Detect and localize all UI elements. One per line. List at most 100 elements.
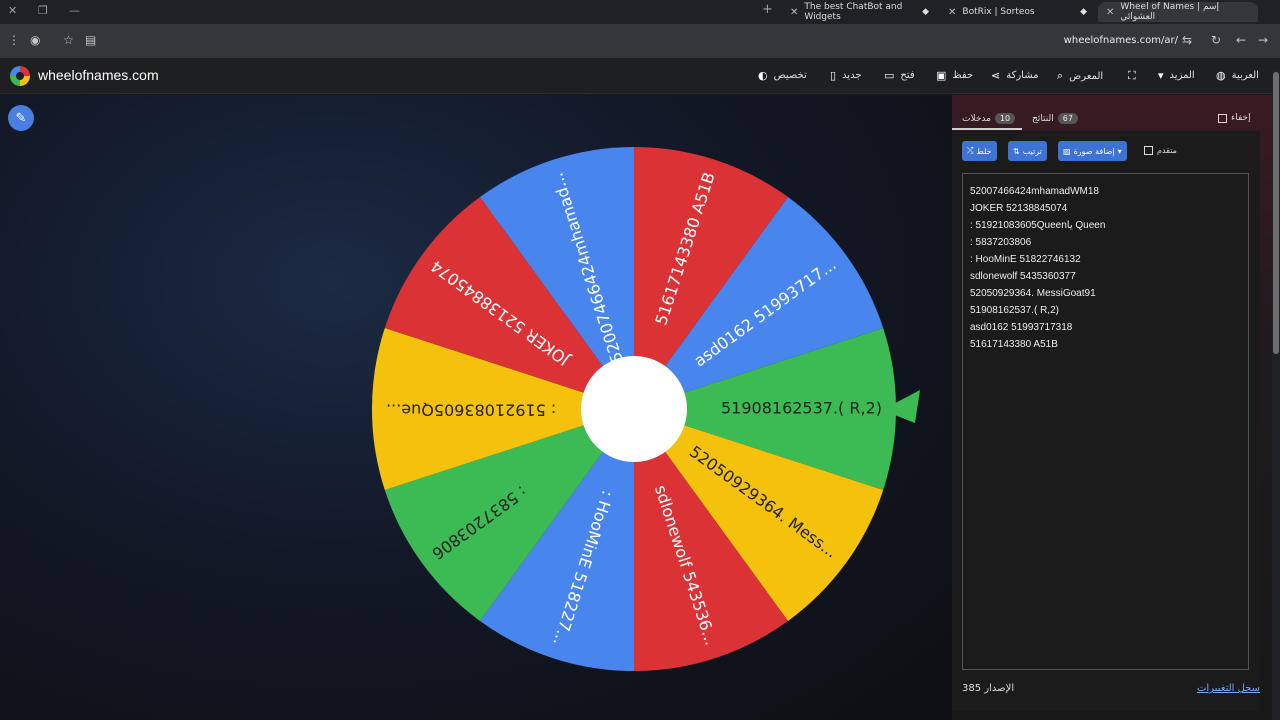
sort-button[interactable]: ⇅ ترتيب: [1008, 141, 1047, 161]
version-label: الإصدار: [984, 683, 1015, 694]
site-settings-icon[interactable]: ⇆: [1182, 33, 1192, 47]
entries-textarea[interactable]: 52007466424mhamadWM18 JOKER 52138845074 …: [962, 173, 1249, 670]
browser-tab-strip: ✕ ❐ — + ✕ The best ChatBot and Widgets ◆…: [0, 0, 1280, 24]
nav-more[interactable]: ▾ المزيد: [1158, 69, 1195, 82]
save-icon: ▣: [936, 69, 947, 82]
entry-line: 52050929364. MessiGoat91: [970, 288, 1096, 299]
url-field[interactable]: wheelofnames.com/ar/: [1064, 35, 1178, 46]
reload-icon[interactable]: ↻: [1211, 33, 1221, 47]
address-bar: ⋮ ◉ ☆ ▤ wheelofnames.com/ar/ ⇆ ↻ ← →: [0, 24, 1280, 58]
entry-line: : 51921083605Queenيا Queen: [970, 220, 1106, 231]
results-count-badge: 67: [1057, 113, 1078, 124]
file-icon: ▯: [830, 69, 837, 82]
nav-gallery-label: المعرض: [1069, 70, 1104, 82]
hide-label: إخفاء: [1231, 113, 1251, 123]
entry-line: JOKER 52138845074: [970, 203, 1068, 214]
shuffle-button[interactable]: ⤮ خلط: [962, 141, 997, 161]
palette-icon: ◐: [758, 69, 768, 82]
share-icon: ⋖: [991, 69, 1001, 82]
active-tab-indicator: [952, 128, 1022, 130]
nav-save[interactable]: ▣ حفظ: [936, 69, 973, 82]
entry-line: 51908162537.( R,2): [970, 305, 1059, 316]
add-image-label: إضافة صورة: [1073, 146, 1115, 156]
menu-dots-icon[interactable]: ⋮: [8, 33, 20, 47]
add-image-button[interactable]: ▨ إضافة صورة ▾: [1058, 141, 1127, 161]
entry-line: asd0162 51993717318: [970, 322, 1073, 333]
nav-share[interactable]: ⋖ مشاركة: [991, 69, 1039, 82]
wheel-logo-icon[interactable]: [10, 66, 30, 86]
wheel-segment-label: 51908162537.( R,2): [721, 399, 882, 418]
tab-entries[interactable]: مدخلات 10: [962, 113, 1016, 124]
tab-title: The best ChatBot and Widgets: [804, 2, 903, 22]
wheel-segment-label: : 51921083605Que...: [386, 401, 556, 420]
close-tab-icon[interactable]: ✕: [1106, 7, 1114, 18]
nav-new-label: جديد: [842, 70, 862, 81]
nav-customize-label: تخصيص: [773, 70, 807, 81]
forward-icon[interactable]: →: [1258, 33, 1268, 47]
changelog-link[interactable]: سجل التغييرات: [1197, 683, 1260, 694]
favicon-icon: ◆: [1080, 7, 1087, 17]
globe-icon: ◍: [1216, 69, 1226, 82]
caret-down-icon: ▾: [1117, 146, 1122, 156]
advanced-label: متقدم: [1157, 146, 1177, 155]
entry-line: 51617143380 A51B: [970, 339, 1058, 350]
sort-label: ترتيب: [1022, 146, 1042, 156]
wheel-stage: ✎ 51908162537.( R,2) 52050929364. Mess...…: [0, 95, 952, 720]
advanced-checkbox[interactable]: [1144, 146, 1153, 155]
close-window-icon[interactable]: ✕: [8, 4, 17, 17]
restore-window-icon[interactable]: ❐: [38, 4, 48, 17]
tab-chatbot[interactable]: ✕ The best ChatBot and Widgets ◆: [782, 2, 937, 22]
nav-gallery[interactable]: ⌕ المعرض: [1057, 69, 1103, 83]
tab-botrix[interactable]: ✕ BotRix | Sorteos ◆: [940, 2, 1095, 22]
entries-tab-label: مدخلات: [962, 113, 991, 124]
nav-customize[interactable]: ◐ تخصيص: [758, 69, 807, 82]
new-tab-icon[interactable]: +: [762, 2, 773, 17]
nav-language[interactable]: ◍ العربية: [1216, 69, 1259, 82]
hide-checkbox[interactable]: [1218, 113, 1227, 123]
nav-open-label: فتح: [900, 70, 915, 81]
entry-line: 52007466424mhamadWM18: [970, 186, 1099, 197]
wheel-center[interactable]: [581, 356, 687, 462]
nav-open[interactable]: ▭ فتح: [884, 69, 915, 82]
site-header: wheelofnames.com ◍ العربية ▾ المزيد ⛶ ⌕ …: [0, 58, 1280, 94]
version-number: 385: [962, 683, 982, 694]
entries-count-badge: 10: [994, 113, 1016, 124]
folder-icon: ▭: [884, 69, 895, 82]
entry-line: sdlonewolf 5435360377: [970, 271, 1076, 282]
minimize-window-icon[interactable]: —: [69, 4, 80, 17]
caret-down-icon: ▾: [1158, 69, 1164, 82]
tab-title: Wheel of Names | إسم العشوائي: [1120, 2, 1219, 22]
shuffle-label: خلط: [976, 146, 992, 156]
reading-mode-icon[interactable]: ▤: [85, 33, 96, 47]
image-icon: ▨: [1063, 146, 1071, 156]
tab-results[interactable]: النتائج 67: [1032, 113, 1078, 124]
nav-fullscreen[interactable]: ⛶: [1128, 69, 1136, 83]
nav-language-label: العربية: [1231, 70, 1259, 81]
nav-new[interactable]: ▯ جديد: [830, 69, 862, 82]
sort-icon: ⇅: [1013, 146, 1020, 156]
tab-title: BotRix | Sorteos: [962, 7, 1035, 17]
tab-wheelofnames[interactable]: ✕ Wheel of Names | إسم العشوائي: [1098, 2, 1258, 22]
profile-icon[interactable]: ◉: [30, 33, 40, 47]
close-tab-icon[interactable]: ✕: [790, 7, 798, 18]
wheel[interactable]: 51908162537.( R,2)52050929364. Mess...sd…: [360, 120, 940, 700]
scrollbar-thumb[interactable]: [1273, 72, 1279, 354]
favicon-icon: ◆: [922, 7, 929, 17]
entry-line: : HooMinE 51822746132: [970, 254, 1081, 265]
edit-pencil-icon[interactable]: ✎: [8, 105, 34, 131]
search-icon: ⌕: [1057, 69, 1064, 82]
results-tab-label: النتائج: [1032, 113, 1054, 124]
entry-line: : 5837203806: [970, 237, 1032, 248]
close-tab-icon[interactable]: ✕: [948, 7, 956, 18]
bookmark-star-icon[interactable]: ☆: [63, 33, 74, 47]
hide-toggle[interactable]: إخفاء: [1218, 113, 1251, 123]
site-name[interactable]: wheelofnames.com: [38, 67, 159, 83]
nav-save-label: حفظ: [952, 70, 974, 81]
back-icon[interactable]: ←: [1236, 33, 1246, 47]
nav-more-label: المزيد: [1169, 70, 1195, 81]
advanced-toggle[interactable]: متقدم: [1144, 146, 1177, 155]
fullscreen-icon: ⛶: [1128, 69, 1136, 82]
shuffle-icon: ⤮: [967, 146, 974, 155]
nav-share-label: مشاركة: [1006, 70, 1039, 81]
version-info: 385 الإصدار: [962, 683, 1014, 694]
